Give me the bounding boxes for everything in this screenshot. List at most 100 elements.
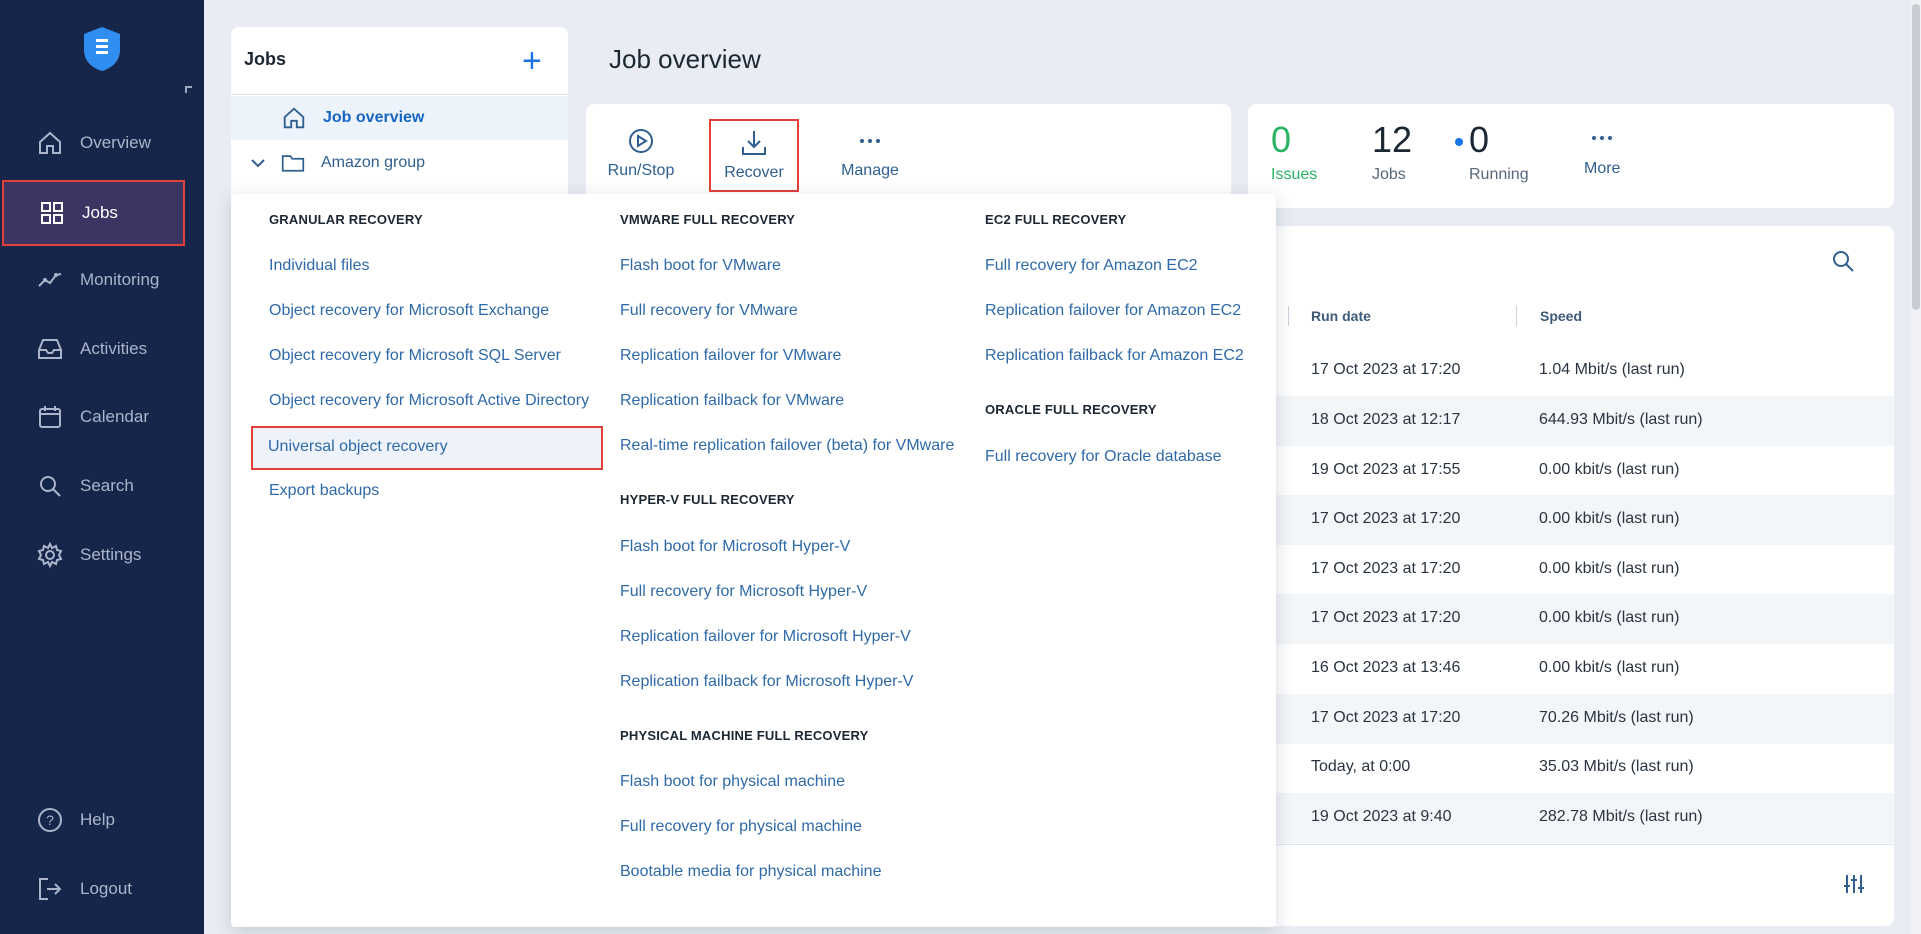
run-date-cell: 16 Oct 2023 at 13:46 [1311, 659, 1461, 676]
tree-item-label: Amazon group [321, 154, 426, 171]
stat-running[interactable]: 0 Running [1455, 118, 1529, 184]
table-row[interactable]: 18 Oct 2023 at 12:17 644.93 Mbit/s (last … [1248, 396, 1894, 446]
column-settings-icon[interactable] [1842, 872, 1866, 896]
table-row[interactable]: 17 Oct 2023 at 17:20 1.04 Mbit/s (last ru… [1248, 346, 1894, 396]
jobs-count: 12 [1372, 119, 1413, 160]
gear-icon [37, 541, 63, 569]
table-row[interactable]: 17 Oct 2023 at 17:20 0.00 kbit/s (last ru… [1248, 594, 1894, 644]
run-stop-button[interactable]: Run/Stop [608, 104, 674, 200]
table-row[interactable]: 17 Oct 2023 at 17:20 0.00 kbit/s (last ru… [1248, 545, 1894, 595]
menu-item-replication-failback-vmware[interactable]: Replication failback for VMware [620, 392, 844, 410]
sidebar-item-calendar[interactable]: Calendar [0, 384, 204, 450]
menu-item-object-recovery-ad[interactable]: Object recovery for Microsoft Active Dir… [269, 392, 589, 410]
sidebar-item-overview[interactable]: Overview [0, 110, 204, 176]
menu-item-replication-failover-vmware[interactable]: Replication failover for VMware [620, 347, 841, 365]
menu-item-object-recovery-sql[interactable]: Object recovery for Microsoft SQL Server [269, 347, 561, 365]
menu-heading-ec2: EC2 FULL RECOVERY [985, 212, 1127, 227]
chart-line-icon [38, 273, 62, 287]
issues-count: 0 [1271, 119, 1292, 160]
table-row[interactable]: 17 Oct 2023 at 17:20 0.00 kbit/s (last ru… [1248, 495, 1894, 545]
sidebar-item-label: Overview [80, 133, 151, 152]
menu-item-full-recovery-vmware[interactable]: Full recovery for VMware [620, 302, 798, 320]
more-horizontal-icon [860, 139, 880, 143]
stat-issues[interactable]: 0 Issues [1271, 118, 1317, 184]
chevron-down-icon[interactable] [250, 155, 266, 171]
menu-item-replication-failover-hyperv[interactable]: Replication failover for Microsoft Hyper… [620, 628, 911, 646]
column-header-run-date[interactable]: Run date [1311, 308, 1371, 324]
download-icon [742, 131, 766, 155]
menu-item-object-recovery-exchange[interactable]: Object recovery for Microsoft Exchange [269, 302, 549, 320]
menu-item-replication-failback-ec2[interactable]: Replication failback for Amazon EC2 [985, 347, 1244, 365]
menu-item-full-recovery-oracle[interactable]: Full recovery for Oracle database [985, 448, 1222, 466]
page-title: Job overview [609, 44, 761, 74]
jobs-table: Run date Speed 17 Oct 2023 at 17:20 1.04 … [1248, 226, 1894, 926]
recover-dropdown-menu: GRANULAR RECOVERY Individual files Objec… [231, 194, 1276, 927]
tree-item-amazon-group[interactable]: Amazon group [231, 141, 568, 185]
table-row[interactable]: 19 Oct 2023 at 9:40 282.78 Mbit/s (last r… [1248, 793, 1894, 843]
run-date-cell: 17 Oct 2023 at 17:20 [1311, 609, 1461, 626]
speed-cell: 282.78 Mbit/s (last run) [1539, 808, 1703, 825]
column-header-speed[interactable]: Speed [1540, 308, 1582, 324]
menu-item-flash-boot-physical[interactable]: Flash boot for physical machine [620, 773, 845, 791]
sidebar-item-label: Jobs [82, 203, 118, 222]
stat-jobs[interactable]: 12 Jobs [1372, 118, 1412, 184]
recover-button[interactable]: Recover [709, 119, 799, 192]
sidebar-item-search[interactable]: Search [0, 453, 204, 519]
menu-item-full-recovery-hyperv[interactable]: Full recovery for Microsoft Hyper-V [620, 583, 867, 601]
speed-cell: 70.26 Mbit/s (last run) [1539, 709, 1694, 726]
running-indicator-dot [1455, 138, 1463, 146]
run-date-cell: 18 Oct 2023 at 12:17 [1311, 411, 1461, 428]
table-row[interactable]: 17 Oct 2023 at 17:20 70.26 Mbit/s (last r… [1248, 694, 1894, 744]
table-row[interactable]: 19 Oct 2023 at 17:55 0.00 kbit/s (last ru… [1248, 446, 1894, 496]
menu-item-flash-boot-hyperv[interactable]: Flash boot for Microsoft Hyper-V [620, 538, 850, 556]
shield-logo-icon[interactable] [82, 26, 122, 72]
menu-item-replication-failover-ec2[interactable]: Replication failover for Amazon EC2 [985, 302, 1241, 320]
issues-label: Issues [1271, 166, 1318, 183]
sidebar-item-label: Settings [80, 545, 142, 564]
speed-cell: 0.00 kbit/s (last run) [1539, 560, 1680, 577]
menu-item-export-backups[interactable]: Export backups [269, 482, 379, 500]
menu-item-full-recovery-physical[interactable]: Full recovery for physical machine [620, 818, 862, 836]
speed-cell: 1.04 Mbit/s (last run) [1539, 361, 1685, 378]
sidebar-item-jobs[interactable]: Jobs [2, 180, 185, 246]
collapse-sidebar-icon[interactable] [185, 86, 192, 93]
sidebar-item-label: Help [80, 810, 115, 829]
calendar-icon [39, 406, 61, 428]
sidebar-item-label: Search [80, 476, 134, 495]
sidebar-item-monitoring[interactable]: Monitoring [0, 247, 204, 313]
speed-cell: 644.93 Mbit/s (last run) [1539, 411, 1703, 428]
running-label: Running [1469, 166, 1529, 183]
menu-item-replication-failback-hyperv[interactable]: Replication failback for Microsoft Hyper… [620, 673, 913, 691]
stats-more-button[interactable]: More [1584, 128, 1620, 178]
scrollbar-thumb[interactable] [1912, 4, 1920, 310]
column-separator[interactable] [1516, 306, 1517, 326]
menu-item-realtime-failover-vmware[interactable]: Real-time replication failover (beta) fo… [620, 437, 954, 455]
inbox-icon [38, 339, 62, 359]
column-separator[interactable] [1288, 306, 1289, 326]
speed-cell: 0.00 kbit/s (last run) [1539, 659, 1680, 676]
sidebar-item-help[interactable]: ? Help [0, 787, 204, 853]
table-row[interactable]: Today, at 0:00 35.03 Mbit/s (last run) [1248, 743, 1894, 793]
table-row[interactable]: 16 Oct 2023 at 13:46 0.00 kbit/s (last ru… [1248, 644, 1894, 694]
menu-item-universal-object-recovery[interactable]: Universal object recovery [251, 426, 603, 470]
menu-item-individual-files[interactable]: Individual files [269, 257, 370, 275]
menu-item-full-recovery-ec2[interactable]: Full recovery for Amazon EC2 [985, 257, 1198, 275]
add-job-button[interactable]: + [522, 41, 542, 81]
sidebar-item-settings[interactable]: Settings [0, 522, 204, 588]
more-horizontal-icon [1592, 136, 1613, 140]
menu-item-flash-boot-vmware[interactable]: Flash boot for VMware [620, 257, 781, 275]
folder-icon [281, 155, 305, 172]
sidebar-item-label: Calendar [80, 407, 149, 426]
search-icon[interactable] [1830, 248, 1856, 274]
sidebar-item-activities[interactable]: Activities [0, 316, 204, 382]
home-icon [283, 107, 305, 129]
recover-label: Recover [724, 164, 784, 181]
help-icon: ? [38, 808, 62, 832]
run-date-cell: 19 Oct 2023 at 9:40 [1311, 808, 1452, 825]
running-count: 0 [1469, 119, 1490, 160]
manage-button[interactable]: Manage [832, 104, 908, 200]
tree-item-job-overview[interactable]: Job overview [231, 96, 568, 140]
sidebar-item-logout[interactable]: Logout [0, 856, 204, 922]
sidebar-item-label: Monitoring [80, 270, 160, 289]
menu-item-bootable-media-physical[interactable]: Bootable media for physical machine [620, 863, 881, 881]
